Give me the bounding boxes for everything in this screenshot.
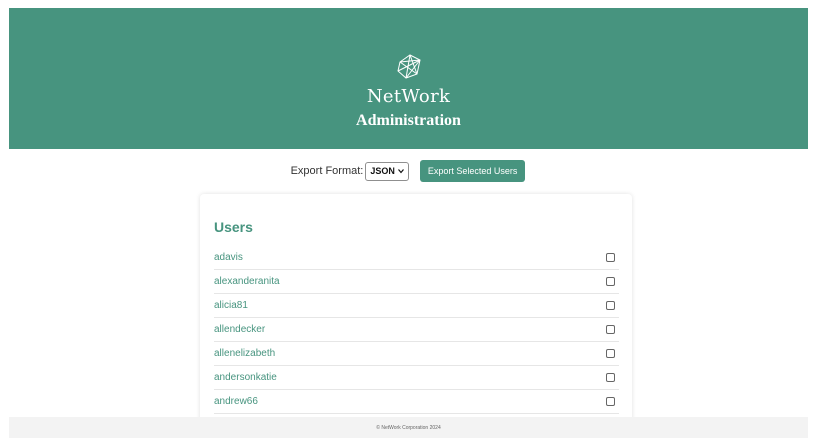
user-row: andrew66 (214, 390, 619, 414)
user-name[interactable]: andrew66 (214, 396, 258, 407)
user-select-checkbox[interactable] (606, 277, 615, 286)
user-row: allendecker (214, 318, 619, 342)
page-subtitle: Administration (356, 112, 461, 129)
network-logo-icon (396, 54, 421, 79)
user-name[interactable]: allenelizabeth (214, 348, 275, 359)
user-select-checkbox[interactable] (606, 397, 615, 406)
user-name[interactable]: allendecker (214, 324, 265, 335)
user-name[interactable]: adavis (214, 252, 243, 263)
user-row: alexanderanita (214, 270, 619, 294)
user-row: adavis (214, 246, 619, 270)
users-card: Users adavis alexanderanita alicia81 all… (200, 194, 632, 424)
user-name[interactable]: andersonkatie (214, 372, 277, 383)
user-select-checkbox[interactable] (606, 349, 615, 358)
export-toolbar: Export Format: JSON Export Selected User… (0, 160, 816, 182)
footer-copyright: © NetWork Corporation 2024 (376, 424, 441, 431)
export-format-label: Export Format: (290, 165, 364, 177)
site-footer: © NetWork Corporation 2024 (9, 417, 808, 438)
user-select-checkbox[interactable] (606, 301, 615, 310)
user-name[interactable]: alicia81 (214, 300, 248, 311)
user-row: andersonkatie (214, 366, 619, 390)
user-row: allenelizabeth (214, 342, 619, 366)
user-select-checkbox[interactable] (606, 373, 615, 382)
brand-name: NetWork (366, 86, 451, 107)
user-row: alicia81 (214, 294, 619, 318)
user-list: adavis alexanderanita alicia81 allendeck… (214, 246, 619, 414)
export-format-select[interactable]: JSON (365, 161, 409, 181)
user-select-checkbox[interactable] (606, 253, 615, 262)
site-header: NetWork Administration (9, 8, 808, 149)
chevron-down-icon (397, 169, 404, 174)
user-name[interactable]: alexanderanita (214, 276, 280, 287)
users-title: Users (214, 219, 253, 235)
export-selected-users-button[interactable]: Export Selected Users (419, 160, 526, 182)
export-format-value: JSON (370, 166, 395, 176)
user-select-checkbox[interactable] (606, 325, 615, 334)
